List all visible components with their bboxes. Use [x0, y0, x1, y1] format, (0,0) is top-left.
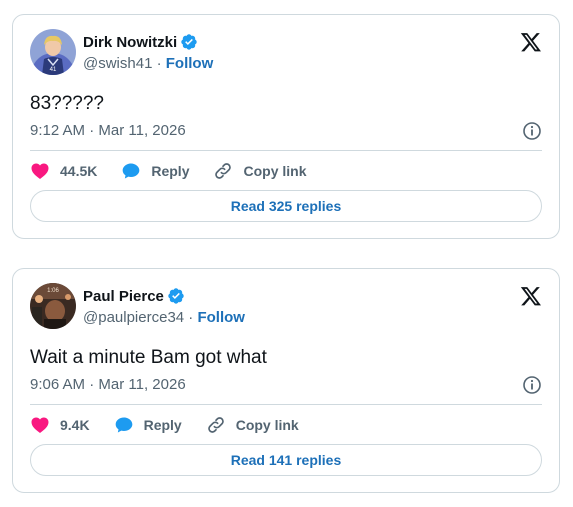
follow-link[interactable]: Follow: [166, 55, 214, 72]
reply-button[interactable]: Reply: [114, 415, 182, 435]
post-date: Mar 11, 2026: [98, 376, 186, 393]
author-name[interactable]: Dirk Nowitzki: [83, 34, 177, 51]
separator-dot: ·: [152, 55, 166, 72]
timestamp-row[interactable]: 9:12 AM · Mar 11, 2026: [30, 122, 186, 139]
handle-row: @paulpierce34 · Follow: [83, 309, 245, 326]
author-handle[interactable]: @swish41: [83, 55, 152, 72]
reply-label: Reply: [151, 163, 190, 179]
author-handle[interactable]: @paulpierce34: [83, 309, 184, 326]
handle-row: @swish41 · Follow: [83, 55, 213, 72]
reply-label: Reply: [143, 417, 182, 433]
action-bar: 44.5K Reply Copy link: [30, 161, 331, 181]
separator-dot: ·: [85, 376, 99, 393]
x-logo-icon[interactable]: [520, 285, 542, 307]
author-row: Dirk Nowitzki: [83, 33, 198, 51]
timestamp-row[interactable]: 9:06 AM · Mar 11, 2026: [30, 376, 186, 393]
reply-button[interactable]: Reply: [121, 161, 189, 181]
read-replies-button[interactable]: Read 141 replies: [30, 444, 542, 476]
info-icon[interactable]: [522, 121, 542, 141]
info-icon[interactable]: [522, 375, 542, 395]
post-time: 9:12 AM: [30, 122, 86, 139]
verified-badge-icon: [167, 287, 185, 305]
reply-bubble-icon: [115, 417, 132, 433]
heart-icon: [31, 417, 49, 433]
reply-bubble-icon: [123, 163, 140, 179]
post-text: Wait a minute Bam got what: [30, 347, 267, 368]
link-icon: [207, 417, 224, 433]
copy-link-label: Copy link: [235, 417, 299, 433]
avatar[interactable]: 41: [30, 29, 76, 75]
author-row: Paul Pierce: [83, 287, 185, 305]
verified-badge-icon: [180, 33, 198, 51]
heart-icon: [31, 163, 49, 179]
post-text: 83?????: [30, 93, 104, 114]
action-bar: 9.4K Reply Copy link: [30, 415, 323, 435]
copy-link-button[interactable]: Copy link: [213, 161, 307, 181]
divider: [30, 150, 542, 151]
read-replies-button[interactable]: Read 325 replies: [30, 190, 542, 222]
svg-text:1:06: 1:06: [47, 288, 59, 294]
post-time: 9:06 AM: [30, 376, 86, 393]
avatar[interactable]: 1:06: [30, 283, 76, 329]
like-count: 44.5K: [60, 163, 98, 179]
separator-dot: ·: [184, 309, 198, 326]
like-button[interactable]: 9.4K: [30, 415, 90, 435]
copy-link-label: Copy link: [243, 163, 307, 179]
copy-link-button[interactable]: Copy link: [206, 415, 299, 435]
follow-link[interactable]: Follow: [197, 309, 245, 326]
divider: [30, 404, 542, 405]
separator-dot: ·: [85, 122, 99, 139]
post-date: Mar 11, 2026: [98, 122, 186, 139]
x-logo-icon[interactable]: [520, 31, 542, 53]
post-card: 41 Dirk Nowitzki @swish41 · Follow 83???…: [12, 14, 560, 239]
like-count: 9.4K: [60, 417, 90, 433]
author-name[interactable]: Paul Pierce: [83, 288, 164, 305]
svg-text:41: 41: [50, 67, 57, 73]
post-card: 1:06 Paul Pierce @paulpierce34 · Follow …: [12, 268, 560, 493]
link-icon: [215, 163, 232, 179]
like-button[interactable]: 44.5K: [30, 161, 97, 181]
